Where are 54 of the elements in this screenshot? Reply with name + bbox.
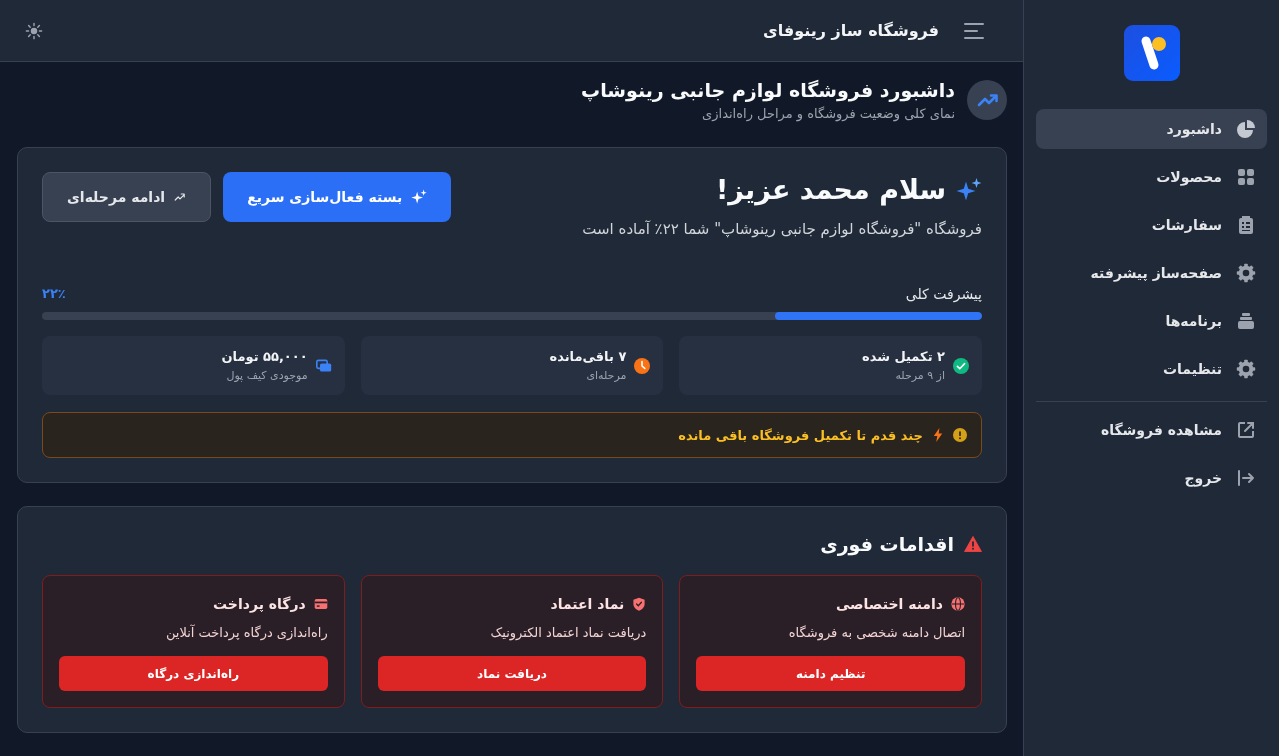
- sidebar-link[interactable]: خروج: [1036, 458, 1267, 498]
- action-description: اتصال دامنه شخصی به فروشگاه: [788, 624, 965, 643]
- stat-caption: مرحله‌ای: [586, 368, 627, 384]
- page-title: داشبورد فروشگاه لوازم جانبی رینوشاپ: [581, 78, 955, 104]
- greeting-message: فروشگاه "فروشگاه لوازم جانبی رینوشاپ" شما ۲۲٪ آماده است: [582, 219, 982, 240]
- warning-icon: [953, 428, 967, 442]
- greeting-title: سلام محمد عزیز!: [716, 173, 946, 208]
- sidebar-link[interactable]: مشاهده فروشگاه: [1036, 410, 1267, 450]
- logout-icon: [1236, 468, 1256, 488]
- lightning-icon: [933, 428, 943, 442]
- warning-triangle-icon: [964, 536, 982, 552]
- trend-up-icon: [967, 80, 1007, 120]
- stat-value: ۷ باقی‌مانده: [549, 348, 627, 366]
- menu-icon[interactable]: [963, 20, 985, 41]
- clipboard-icon: [1236, 215, 1256, 235]
- gear-icon: [1236, 263, 1256, 283]
- sidebar-item[interactable]: برنامه‌ها: [1036, 301, 1267, 341]
- sidebar-item[interactable]: داشبورد: [1036, 109, 1267, 149]
- trend-up-icon: [174, 191, 187, 203]
- pie-chart-icon: [1236, 119, 1256, 139]
- shield-icon: [632, 597, 647, 611]
- notice-text: چند قدم تا تکمیل فروشگاه باقی مانده: [678, 427, 923, 443]
- sidebar-item[interactable]: سفارشات: [1036, 205, 1267, 245]
- action-title: نماد اعتماد: [550, 596, 625, 612]
- continue-button[interactable]: ادامه مرحله‌ای: [42, 172, 212, 222]
- logo-icon: [1123, 25, 1180, 81]
- action-button[interactable]: راه‌اندازی درگاه: [59, 656, 328, 691]
- credit-card-icon: [313, 597, 328, 611]
- section-title: اقدامات فوری: [820, 532, 954, 557]
- tray-icon: [1236, 311, 1256, 331]
- globe-icon: [951, 597, 965, 611]
- grid-icon: [1236, 167, 1256, 187]
- stat-value: ۲ تکمیل شده: [861, 348, 945, 366]
- sun-icon[interactable]: [25, 21, 43, 40]
- action-description: دریافت نماد اعتماد الکترونیک: [490, 624, 647, 643]
- stat-caption: از ۹ مرحله: [895, 368, 945, 384]
- progress-label: پیشرفت کلی: [905, 285, 982, 304]
- sidebar-item[interactable]: محصولات: [1036, 157, 1267, 197]
- activation-button[interactable]: بسته فعال‌سازی سریع: [223, 172, 452, 222]
- stat-value: ۵۵,۰۰۰ تومان: [221, 348, 308, 366]
- sidebar-item[interactable]: تنظیمات: [1036, 349, 1267, 389]
- progress-value: ۲۲٪: [42, 285, 66, 303]
- action-title: دامنه اختصاصی: [835, 596, 943, 612]
- stat-caption: موجودی کیف پول: [226, 368, 308, 384]
- action-description: راه‌اندازی درگاه پرداخت آنلاین: [165, 623, 328, 643]
- app-title: فروشگاه ساز رینوفای: [763, 21, 939, 40]
- action-title: درگاه پرداخت: [213, 596, 306, 612]
- action-button[interactable]: دریافت نماد: [377, 656, 647, 691]
- page-subtitle: نمای کلی وضعیت فروشگاه و مراحل راه‌اندازی: [702, 105, 955, 124]
- sidebar-item[interactable]: صفحه‌ساز پیشرفته: [1036, 253, 1267, 293]
- gear-icon: [1236, 359, 1256, 379]
- sparkle-icon: [411, 189, 428, 205]
- action-button[interactable]: تنظیم دامنه: [696, 656, 965, 691]
- external-link-icon: [1236, 420, 1256, 440]
